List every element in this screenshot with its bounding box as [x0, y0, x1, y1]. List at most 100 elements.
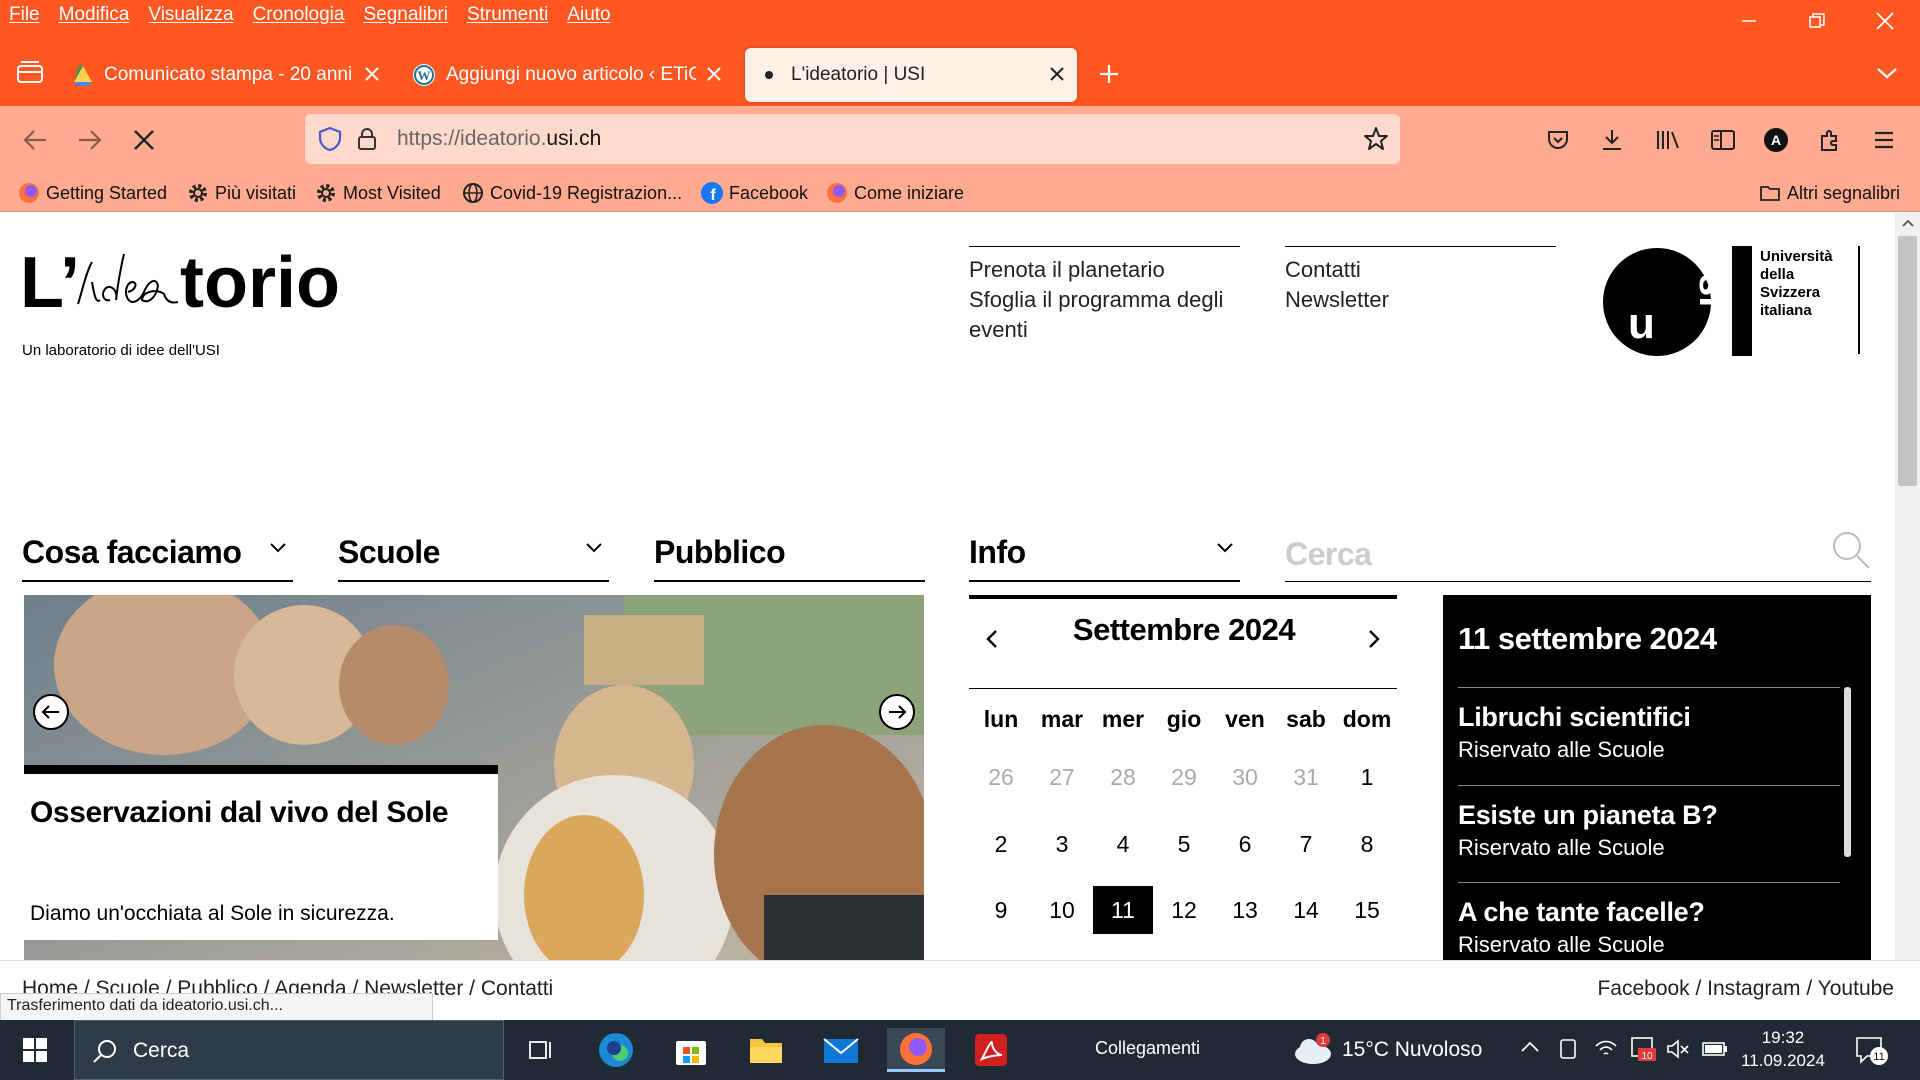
back-button[interactable]: [22, 128, 48, 152]
new-tab-button[interactable]: [1097, 62, 1121, 86]
forward-button[interactable]: [77, 128, 103, 152]
footer-link-contatti[interactable]: Contatti: [481, 977, 553, 1000]
downloads-button[interactable]: [1600, 128, 1624, 152]
list-tabs-button[interactable]: [1876, 66, 1898, 80]
firefox-taskbar-button[interactable]: [887, 1028, 945, 1072]
link-newsletter[interactable]: Newsletter: [1285, 285, 1556, 315]
edge-button[interactable]: [587, 1028, 645, 1072]
hero-caption-card[interactable]: Osservazioni dal vivo del Sole Diamo un'…: [24, 765, 498, 940]
close-tab-icon[interactable]: [362, 64, 382, 84]
slider-prev-button[interactable]: [32, 693, 70, 731]
calendar-tray-button[interactable]: 10: [1630, 1034, 1656, 1062]
calendar-day[interactable]: 26: [971, 753, 1031, 801]
hero-slider[interactable]: Osservazioni dal vivo del Sole Diamo un'…: [24, 595, 924, 960]
scroll-up-icon[interactable]: [1901, 218, 1915, 228]
menu-file[interactable]: File: [0, 4, 50, 26]
calendar-day[interactable]: 5: [1154, 820, 1214, 868]
events-scrollbar[interactable]: [1844, 687, 1851, 857]
extensions-button[interactable]: [1818, 128, 1842, 152]
hero-title[interactable]: Osservazioni dal vivo del Sole: [30, 796, 449, 830]
tray-device-icon-wrap[interactable]: [1558, 1038, 1580, 1060]
nav-scuole[interactable]: Scuole: [338, 512, 609, 582]
bookmark-most-visited[interactable]: Most Visited: [315, 179, 441, 207]
tab-wordpress[interactable]: W Aggiungi nuovo articolo ‹ ETiCi: [412, 48, 734, 102]
bookmark-come-iniziare[interactable]: Come iniziare: [826, 179, 964, 207]
close-tab-icon[interactable]: [704, 64, 724, 84]
url-bar[interactable]: https://ideatorio.usi.ch: [305, 114, 1400, 164]
shield-icon[interactable]: [317, 126, 343, 152]
notifications-button[interactable]: 11: [1855, 1036, 1889, 1066]
link-programma[interactable]: Sfoglia il programma degli: [969, 285, 1240, 315]
link-planetario[interactable]: Prenota il planetario: [969, 255, 1240, 285]
calendar-day[interactable]: 4: [1093, 820, 1153, 868]
menu-strumenti[interactable]: Strumenti: [458, 4, 558, 26]
mail-button[interactable]: [812, 1028, 870, 1072]
search-icon[interactable]: [1831, 530, 1871, 570]
menu-modifica[interactable]: Modifica: [50, 4, 140, 26]
event-item[interactable]: Esiste un pianeta B? Riservato alle Scuo…: [1458, 785, 1840, 861]
url-text[interactable]: https://ideatorio.usi.ch: [397, 127, 601, 151]
clock[interactable]: 19:32 11.09.2024: [1738, 1026, 1828, 1072]
ideatorio-logo[interactable]: L’ torio: [20, 242, 400, 322]
calendar-day[interactable]: 7: [1276, 820, 1336, 868]
volume-button[interactable]: [1666, 1038, 1690, 1060]
weather-widget[interactable]: 1: [1293, 1032, 1333, 1066]
search-box[interactable]: Cerca: [1285, 512, 1871, 582]
nav-pubblico[interactable]: Pubblico: [654, 512, 925, 582]
event-item[interactable]: A che tante facelle? Riservato alle Scuo…: [1458, 882, 1840, 958]
calendar-day-selected[interactable]: 11: [1093, 886, 1153, 934]
account-button[interactable]: A: [1764, 128, 1788, 152]
bookmark-star-icon[interactable]: [1363, 126, 1389, 152]
sidebar-button[interactable]: [1710, 128, 1736, 152]
task-view-button[interactable]: [512, 1028, 570, 1072]
calendar-day[interactable]: 10: [1032, 886, 1092, 934]
calendar-day[interactable]: 31: [1276, 753, 1336, 801]
tray-overflow-button[interactable]: [1520, 1040, 1540, 1054]
link-programma-cont[interactable]: eventi: [969, 315, 1240, 345]
search-input[interactable]: Cerca: [1285, 536, 1372, 573]
event-item[interactable]: Libruchi scientifici Riservato alle Scuo…: [1458, 687, 1840, 763]
slider-next-button[interactable]: [878, 693, 916, 731]
bookmark-getting-started[interactable]: Getting Started: [18, 179, 167, 207]
usi-logo[interactable]: u si: [1602, 246, 1712, 356]
calendar-day[interactable]: 29: [1154, 753, 1214, 801]
bookmark-facebook[interactable]: f Facebook: [701, 179, 808, 207]
library-button[interactable]: [1655, 128, 1681, 152]
start-button[interactable]: [6, 1028, 64, 1072]
event-title[interactable]: Libruchi scientifici: [1458, 702, 1840, 733]
calendar-next-button[interactable]: [1366, 628, 1382, 650]
close-tab-icon[interactable]: [1047, 64, 1067, 84]
calendar-day[interactable]: 3: [1032, 820, 1092, 868]
menu-visualizza[interactable]: Visualizza: [139, 4, 243, 26]
other-bookmarks[interactable]: Altri segnalibri: [1759, 179, 1900, 207]
taskbar-search[interactable]: Cerca: [74, 1020, 504, 1080]
app-menu-button[interactable]: [1872, 128, 1896, 152]
calendar-day[interactable]: 2: [971, 820, 1031, 868]
lock-icon[interactable]: [357, 127, 377, 151]
footer-social-links[interactable]: Facebook / Instagram / Youtube: [1597, 977, 1894, 1001]
pocket-button[interactable]: [1546, 128, 1570, 152]
acrobat-button[interactable]: [962, 1028, 1020, 1072]
link-contatti[interactable]: Contatti: [1285, 255, 1556, 285]
calendar-day[interactable]: 12: [1154, 886, 1214, 934]
menu-aiuto[interactable]: Aiuto: [558, 4, 620, 26]
nav-info[interactable]: Info: [969, 512, 1240, 582]
calendar-day[interactable]: 8: [1337, 820, 1397, 868]
store-button[interactable]: [662, 1028, 720, 1072]
tab-comunicato[interactable]: Comunicato stampa - 20 anni di: [72, 48, 392, 102]
file-explorer-button[interactable]: [737, 1028, 795, 1072]
tab-overview-button[interactable]: [16, 60, 44, 84]
wifi-button[interactable]: [1594, 1038, 1618, 1060]
links-toolbar[interactable]: Collegamenti: [1095, 1038, 1200, 1059]
calendar-day[interactable]: 28: [1093, 753, 1153, 801]
scrollbar-thumb[interactable]: [1898, 236, 1917, 486]
battery-button[interactable]: [1702, 1040, 1728, 1058]
calendar-day[interactable]: 27: [1032, 753, 1092, 801]
event-title[interactable]: A che tante facelle?: [1458, 897, 1840, 928]
calendar-day[interactable]: 30: [1215, 753, 1275, 801]
bookmark-piu-visitati[interactable]: Più visitati: [187, 179, 296, 207]
menu-segnalibri[interactable]: Segnalibri: [354, 4, 458, 26]
calendar-day[interactable]: 1: [1337, 753, 1397, 801]
menu-cronologia[interactable]: Cronologia: [244, 4, 355, 26]
calendar-day[interactable]: 15: [1337, 886, 1397, 934]
